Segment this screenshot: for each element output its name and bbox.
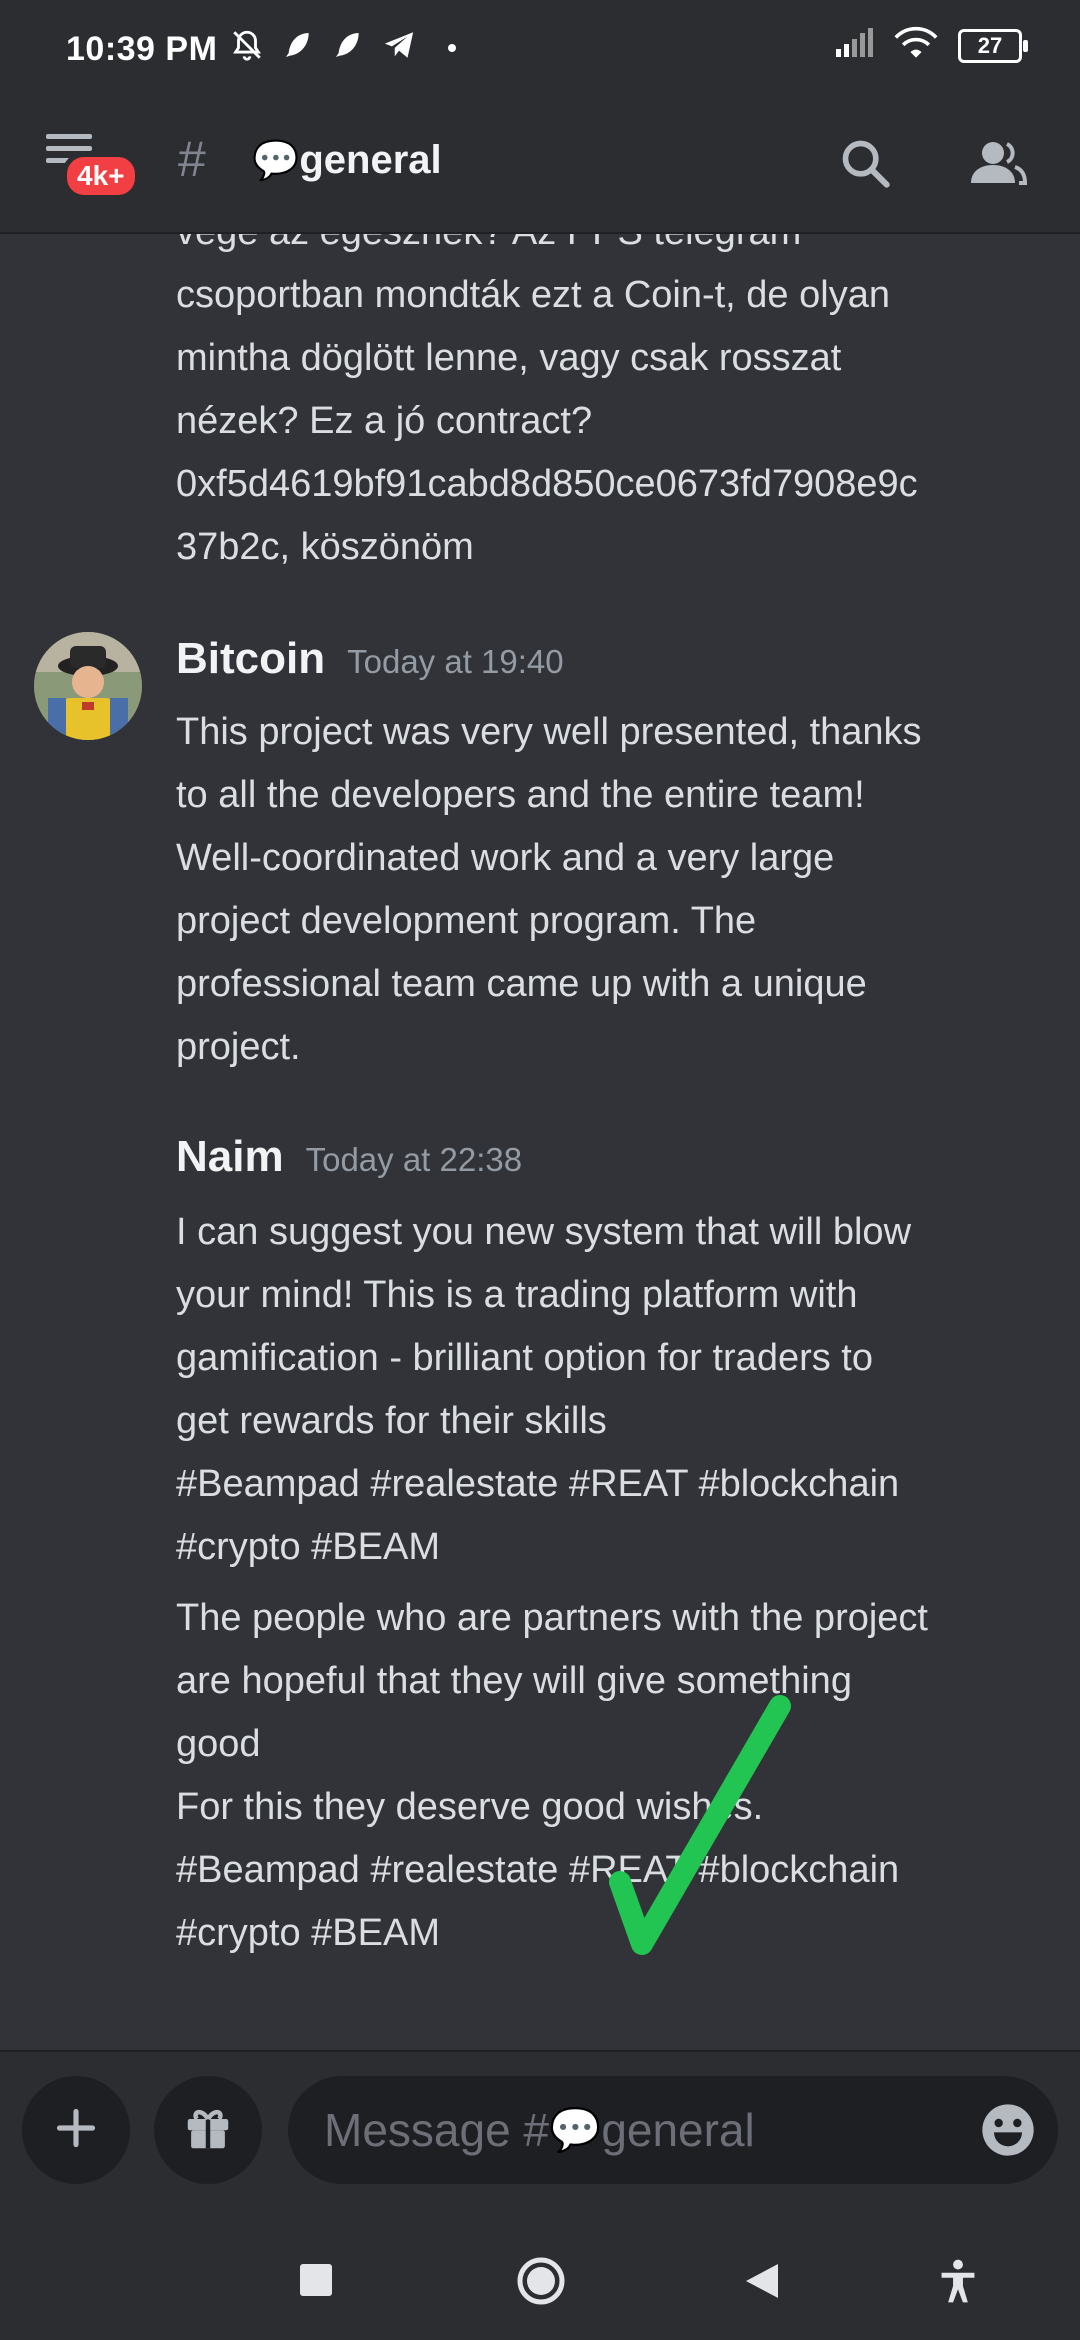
avatar-image <box>34 632 142 740</box>
channel-header: 4k+ # 💬 general <box>0 100 1080 234</box>
message-author[interactable]: Naim <box>176 1132 284 1181</box>
message-line: professional team came up with a unique <box>176 963 867 1005</box>
message-timestamp: Today at 19:40 <box>347 643 564 680</box>
message-body: I can suggest you new system that will b… <box>176 1201 1056 1579</box>
recents-icon[interactable] <box>300 2264 332 2296</box>
status-notification-icons <box>230 28 456 67</box>
channel-name: general <box>299 138 442 182</box>
accessibility-icon[interactable] <box>938 2258 978 2309</box>
emoji-icon <box>982 2104 1034 2156</box>
message-line: I can suggest you new system that will b… <box>176 1211 912 1253</box>
message-line: 0xf5d4619bf91cabd8d850ce0673fd7908e9c <box>176 463 918 505</box>
message-line: mintha döglött lenne, vagy csak rosszat <box>176 337 842 379</box>
unread-badge: 4k+ <box>62 152 140 200</box>
hash-icon: # <box>178 131 206 187</box>
gift-button[interactable] <box>154 2076 262 2184</box>
message-list[interactable]: vége az egésznek? Az PPS telegram csopor… <box>0 234 1080 2050</box>
message-header: Naim Today at 22:38 <box>176 1132 522 1182</box>
status-time: 10:39 PM <box>66 30 218 68</box>
wifi-icon <box>894 26 938 65</box>
message-line: project development program. The <box>176 900 757 942</box>
message-line: #Beampad #realestate #REAT #blockchain <box>176 1463 900 1505</box>
message-line: project. <box>176 1026 301 1068</box>
status-system-icons: 27 <box>834 26 1028 65</box>
message-line: nézek? Ez a jó contract? <box>176 400 593 442</box>
message-input[interactable]: Message # 💬 general <box>288 2076 1058 2184</box>
message-line: csoportban mondták ezt a Coin-t, de olya… <box>176 274 890 316</box>
members-button[interactable] <box>962 130 1032 200</box>
speech-balloon-emoji: 💬 <box>252 139 300 182</box>
signal-icon <box>834 27 874 64</box>
avatar[interactable] <box>34 632 142 740</box>
placeholder-prefix: Message # <box>324 2104 550 2156</box>
checkmark-icon <box>609 1695 791 1955</box>
add-attachment-button[interactable] <box>22 2076 130 2184</box>
message-line: vége az egésznek? Az PPS telegram <box>176 234 1056 264</box>
message-timestamp: Today at 22:38 <box>305 1141 523 1178</box>
composer-bar: Message # 💬 general <box>0 2050 1080 2222</box>
plus-icon <box>54 2106 98 2155</box>
bell-off-icon <box>230 28 264 67</box>
message-body: This project was very well presented, th… <box>176 701 1056 1079</box>
message-author[interactable]: Bitcoin <box>176 634 325 683</box>
gift-icon <box>181 2101 235 2160</box>
message-line: get rewards for their skills <box>176 1400 607 1442</box>
message-line: 37b2c, köszönöm <box>176 526 474 568</box>
message-line: The people who are partners with the pro… <box>176 1597 928 1639</box>
home-icon[interactable] <box>516 2256 566 2311</box>
battery-icon: 27 <box>958 28 1028 63</box>
message-line: Well-coordinated work and a very large <box>176 837 835 879</box>
dot-icon <box>448 43 456 52</box>
feather-icon <box>332 29 364 66</box>
message-line: gamification - brilliant option for trad… <box>176 1337 873 1379</box>
channel-title[interactable]: 💬 general <box>252 138 442 183</box>
placeholder-emoji: 💬 <box>549 2105 602 2153</box>
search-icon <box>839 137 891 194</box>
search-button[interactable] <box>830 130 900 200</box>
message-line: #crypto #BEAM <box>176 1526 440 1568</box>
status-bar: 10:39 PM 27 <box>0 0 1080 100</box>
message-header: Bitcoin Today at 19:40 <box>176 634 564 684</box>
members-icon <box>967 137 1028 194</box>
back-icon[interactable] <box>744 2262 780 2305</box>
battery-level: 27 <box>977 32 1003 58</box>
message-line: to all the developers and the entire tea… <box>176 774 865 816</box>
emoji-picker-button[interactable] <box>980 2102 1036 2169</box>
message-line: This project was very well presented, th… <box>176 711 922 753</box>
message-continuation: vége az egésznek? Az PPS telegram csopor… <box>176 234 1056 579</box>
telegram-icon <box>382 28 416 67</box>
placeholder-channel: general <box>601 2104 755 2156</box>
message-line: your mind! This is a trading platform wi… <box>176 1274 858 1316</box>
feather-icon <box>282 29 314 66</box>
system-nav-bar <box>0 2220 1080 2340</box>
